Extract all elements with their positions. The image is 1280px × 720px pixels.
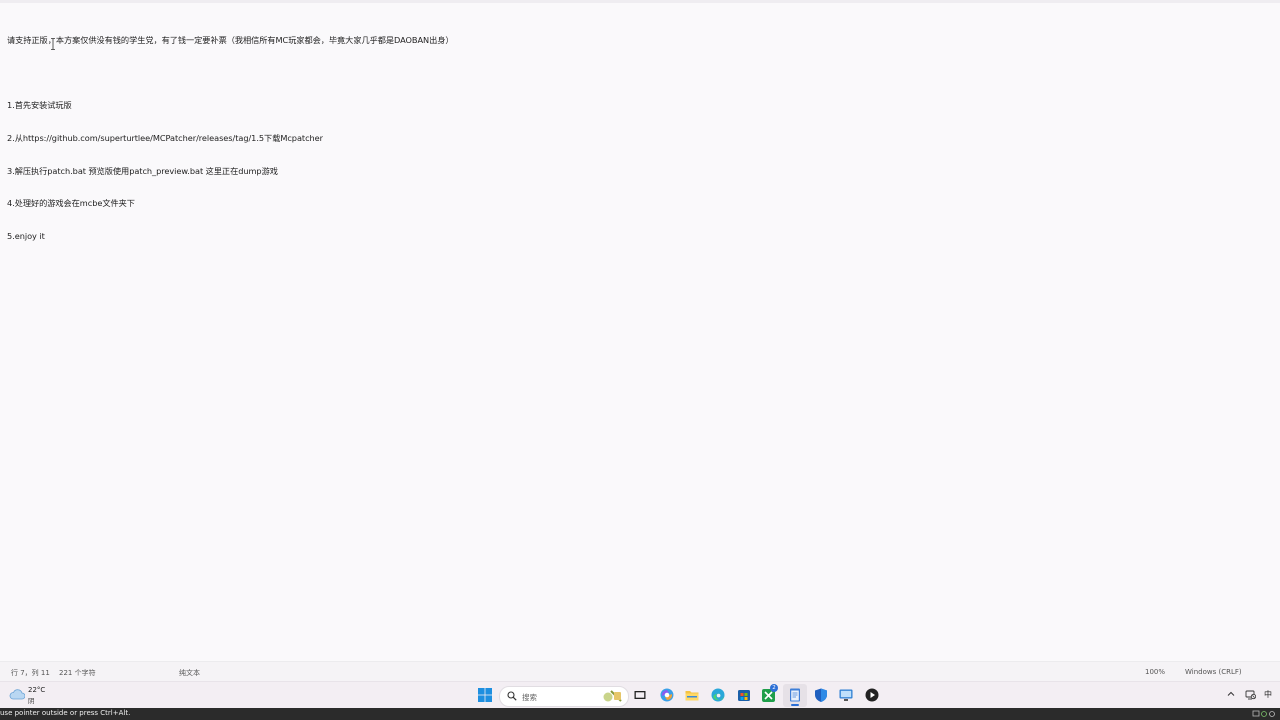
search-highlight-icon	[603, 690, 622, 702]
notepad-taskbar-button[interactable]	[783, 684, 807, 707]
remote-desktop-icon[interactable]	[838, 687, 854, 703]
character-count: 221 个字符	[59, 669, 96, 677]
editor-text-area[interactable]: 请支持正版，本方案仅供没有钱的学生党，有了钱一定要补票（我相信所有MC玩家都会，…	[7, 13, 1257, 264]
file-explorer-icon[interactable]	[684, 687, 700, 703]
network-disconnected-icon[interactable]	[1245, 689, 1256, 700]
editor-line-7: 5.enjoy it	[7, 231, 45, 242]
search-placeholder: 搜索	[522, 693, 537, 702]
task-view-icon[interactable]	[632, 687, 648, 703]
vm-hint-bar: use pointer outside or press Ctrl+Alt.	[0, 708, 1280, 720]
cursor-position[interactable]: 行 7，列 11	[11, 668, 50, 678]
editor-line-1: 请支持正版，本方案仅供没有钱的学生党，有了钱一定要补票（我相信所有MC玩家都会，…	[7, 34, 454, 45]
media-player-icon[interactable]	[864, 687, 880, 703]
weather-condition: 阴	[28, 697, 35, 705]
notepad-icon	[790, 688, 800, 702]
screen: 请支持正版，本方案仅供没有钱的学生党，有了钱一定要补票（我相信所有MC玩家都会，…	[0, 0, 1280, 720]
xbox-badge: 2	[770, 684, 778, 692]
editor-line-5: 3.解压执行patch.bat 预览版使用patch_preview.bat 这…	[7, 165, 278, 176]
microsoft-store-icon[interactable]	[736, 687, 752, 703]
vm-status-icons	[1252, 710, 1275, 717]
file-type: 纯文本	[179, 669, 200, 677]
weather-temperature: 22°C	[28, 686, 46, 694]
copilot-icon[interactable]	[659, 687, 675, 703]
taskbar-search[interactable]: 搜索	[499, 686, 629, 707]
cloud-icon	[9, 689, 25, 700]
zoom-level[interactable]: 100%	[1145, 668, 1165, 676]
edge-browser-icon[interactable]	[710, 687, 726, 703]
editor-line-2	[7, 68, 1257, 79]
status-bar: 行 7，列 11 221 个字符 纯文本 100% Windows (CRLF)	[0, 661, 1280, 682]
ime-indicator[interactable]: 中	[1264, 689, 1272, 700]
start-windows-icon[interactable]	[477, 687, 493, 703]
defender-icon[interactable]	[813, 687, 829, 703]
notepad-editor[interactable]: 请支持正版，本方案仅供没有钱的学生党，有了钱一定要补票（我相信所有MC玩家都会，…	[0, 3, 1280, 661]
editor-line-3: 1.首先安装试玩版	[7, 100, 72, 111]
editor-line-6: 4.处理好的游戏会在mcbe文件夹下	[7, 198, 135, 209]
taskbar: 22°C 阴 搜索 2 中	[0, 681, 1280, 709]
line-ending: Windows (CRLF)	[1185, 668, 1242, 676]
xbox-app[interactable]: 2	[761, 684, 778, 703]
ibeam-cursor-icon	[51, 38, 55, 50]
chevron-up-icon[interactable]	[1227, 690, 1235, 698]
editor-line-4: 2.从https://github.com/superturtlee/MCPat…	[7, 132, 323, 143]
search-icon	[507, 691, 517, 701]
vm-release-hint: use pointer outside or press Ctrl+Alt.	[0, 709, 131, 717]
